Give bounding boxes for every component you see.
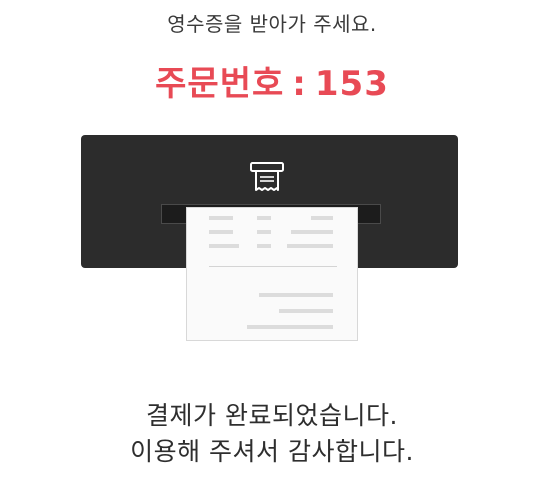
payment-complete-message: 결제가 완료되었습니다. 이용해 주셔서 감사합니다. bbox=[0, 398, 544, 470]
receipt-line bbox=[257, 244, 271, 248]
receipt-line bbox=[209, 230, 233, 234]
order-label: 주문번호 bbox=[155, 64, 285, 104]
receipt-line bbox=[291, 230, 333, 234]
receipt-line bbox=[311, 216, 333, 220]
order-separator: : bbox=[292, 64, 307, 104]
receipt-divider bbox=[209, 266, 337, 267]
receipt-printer-icon bbox=[250, 162, 284, 191]
receipt-line bbox=[279, 309, 333, 313]
receipt-line bbox=[257, 216, 271, 220]
payment-complete-line: 결제가 완료되었습니다. bbox=[146, 401, 398, 430]
printed-receipt bbox=[186, 207, 358, 341]
receipt-line bbox=[257, 230, 271, 234]
receipt-line bbox=[259, 293, 333, 297]
receipt-page: 영수증을 받아가 주세요. 주문번호:153 결제가 완료되었습니다. 이용해 … bbox=[0, 0, 544, 496]
receipt-line bbox=[287, 244, 333, 248]
receipt-line bbox=[247, 325, 333, 329]
order-number: 153 bbox=[314, 64, 389, 104]
thank-you-line: 이용해 주셔서 감사합니다. bbox=[130, 437, 414, 466]
order-number-display: 주문번호:153 bbox=[0, 56, 544, 105]
receipt-line bbox=[209, 216, 233, 220]
receipt-line bbox=[209, 244, 239, 248]
receipt-instruction: 영수증을 받아가 주세요. bbox=[167, 12, 377, 36]
